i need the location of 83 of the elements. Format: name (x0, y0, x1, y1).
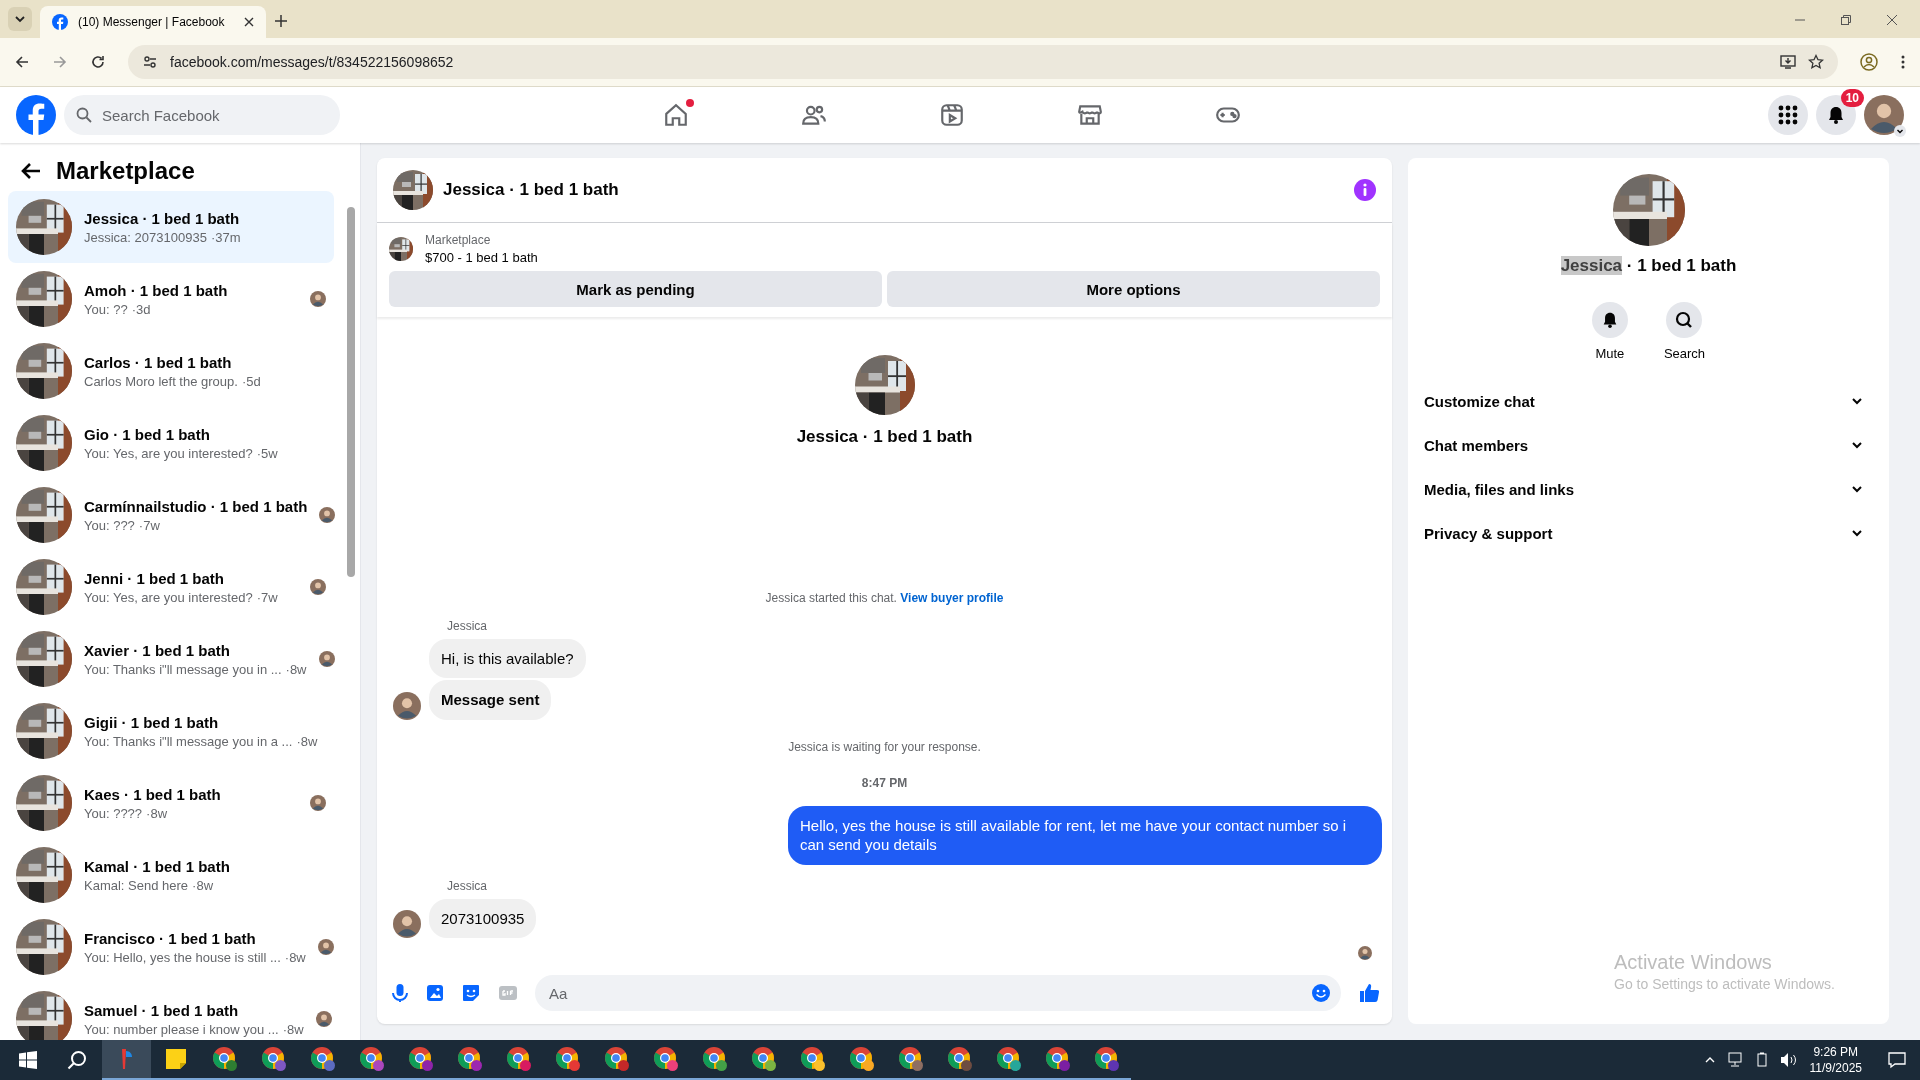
message-time: ·5d (241, 373, 261, 389)
details-section[interactable]: Privacy & support (1424, 511, 1873, 555)
system-message: Jessica started this chat. View buyer profile (764, 590, 1005, 605)
message-preview: Carlos Moro left the group. (84, 373, 238, 389)
listing-title: $700 - 1 bed 1 bath (425, 250, 538, 265)
conversation-name: Francisco · 1 bed 1 bath (84, 929, 257, 947)
message-field[interactable]: Aa (535, 975, 1341, 1011)
message-bubble: Hello, yes the house is still available for rent, let me have your contact number so i can send you details (788, 805, 1382, 865)
browser-tab[interactable]: (10) Messenger | Facebook (40, 6, 266, 38)
message-time: ·7w (256, 589, 278, 605)
conversation-name: Carlos · 1 bed 1 bath (84, 353, 233, 371)
message-bubble: Message sent (429, 680, 552, 720)
timestamp: 8:47 PM (860, 775, 909, 790)
conversation-item[interactable]: Kamal · 1 bed 1 bath Kamal: Send here ·8w (8, 839, 334, 911)
taskbar-time[interactable]: 9:26 PM (1813, 1045, 1859, 1059)
message-time: ·8w (192, 877, 214, 893)
message-preview: You: Yes, are you interested? (84, 445, 253, 461)
message-preview: You: Thanks i"ll message you in ... (84, 661, 282, 677)
message-bubble: Hi, is this available? (429, 638, 586, 678)
sidebar-title: Marketplace (56, 157, 195, 185)
message-preview: You: Hello, yes the house is still ... (84, 949, 281, 965)
conversation-name: Carmínnailstudio · 1 bed 1 bath (84, 497, 308, 515)
contact-name: Jessica · 1 bed 1 bath (1560, 256, 1737, 276)
conversation-name: Xavier · 1 bed 1 bath (84, 641, 231, 659)
action-label: Search (1663, 346, 1706, 361)
message-time: ·8w (284, 949, 306, 965)
system-message: Jessica is waiting for your response. (787, 739, 982, 754)
search-field[interactable]: Search Facebook (64, 95, 340, 135)
conversation-name: Kaes · 1 bed 1 bath (84, 785, 222, 803)
conversation-name: Jessica · 1 bed 1 bath (84, 209, 241, 227)
message-preview: Kamal: Send here (84, 877, 189, 893)
conversation-item[interactable]: Jessica · 1 bed 1 bath Jessica: 2073100935 ·37m (8, 191, 334, 263)
message-bubble: 2073100935 (429, 898, 537, 938)
message-preview: You: ??? (84, 517, 135, 533)
message-time: ·8w (146, 805, 168, 821)
details-section[interactable]: Customize chat (1424, 379, 1873, 423)
message-preview: You: Yes, are you interested? (84, 589, 253, 605)
conversation-item[interactable]: Gio · 1 bed 1 bath You: Yes, are you interested? ·5w (8, 407, 334, 479)
sender-name: Jessica (447, 618, 488, 633)
message-preview: You: number please i know you ... (84, 1021, 279, 1037)
conversation-name: Gio · 1 bed 1 bath (84, 425, 211, 443)
conversation-item[interactable]: Amoh · 1 bed 1 bath You: ?? ·3d (8, 263, 334, 335)
sender-name: Jessica (447, 878, 488, 893)
conversation-item[interactable]: Carmínnailstudio · 1 bed 1 bath You: ??? ·7w (8, 479, 334, 551)
notification-badge: 10 (1840, 89, 1864, 107)
search-input[interactable]: Search Facebook (100, 105, 324, 125)
conversation-item[interactable]: Jenni · 1 bed 1 bath You: Yes, are you interested? ·7w (8, 551, 334, 623)
message-input[interactable]: Aa (547, 983, 1311, 1003)
conversation-name: Samuel · 1 bed 1 bath (84, 1001, 240, 1019)
intro-title: Jessica · 1 bed 1 bath (796, 427, 973, 447)
message-time: ·8w (285, 661, 307, 677)
activation-text: Go to Settings to activate Windows. (1614, 976, 1835, 992)
message-time: ·37m (210, 229, 241, 245)
conversation-item[interactable]: Kaes · 1 bed 1 bath You: ???? ·8w (8, 767, 334, 839)
tab-title: (10) Messenger | Facebook (78, 15, 226, 29)
listing-action-button[interactable]: Mark as pending (389, 271, 882, 307)
taskbar-date[interactable]: 11/9/2025 (1809, 1061, 1862, 1075)
address-field[interactable]: facebook.com/messages/t/834522156098652 (128, 45, 1838, 79)
conversation-item[interactable]: Francisco · 1 bed 1 bath You: Hello, yes the house is still ... ·8w (8, 911, 334, 983)
conversation-name: Gigii · 1 bed 1 bath (84, 713, 220, 731)
details-section[interactable]: Media, files and links (1424, 467, 1873, 511)
message-time: ·8w (282, 1021, 304, 1037)
buyer-profile-link[interactable]: View buyer profile (900, 590, 1004, 605)
action-label: Mute (1595, 346, 1625, 361)
message-time: ·7w (138, 517, 160, 533)
message-time: ·5w (256, 445, 278, 461)
conversation-name: Kamal · 1 bed 1 bath (84, 857, 231, 875)
message-time: ·3d (131, 301, 151, 317)
conversation-item[interactable]: Xavier · 1 bed 1 bath You: Thanks i"ll message you in ... ·8w (8, 623, 334, 695)
conversation-item[interactable]: Carlos · 1 bed 1 bath Carlos Moro left the group. ·5d (8, 335, 334, 407)
activation-title: Activate Windows (1614, 951, 1773, 974)
listing-source: Marketplace (425, 233, 492, 247)
message-preview: You: ?? (84, 301, 128, 317)
conversation-item[interactable]: Gigii · 1 bed 1 bath You: Thanks i"ll message you in a ... ·8w (8, 695, 334, 767)
listing-action-button[interactable]: More options (887, 271, 1380, 307)
message-preview: Jessica: 2073100935 (84, 229, 207, 245)
message-preview: You: Thanks i"ll message you in a ... (84, 733, 293, 749)
message-preview: You: ???? (84, 805, 143, 821)
chat-title: Jessica · 1 bed 1 bath (443, 180, 619, 200)
details-section[interactable]: Chat members (1424, 423, 1873, 467)
message-time: ·8w (296, 733, 318, 749)
conversation-name: Jenni · 1 bed 1 bath (84, 569, 226, 587)
conversation-name: Amoh · 1 bed 1 bath (84, 281, 229, 299)
